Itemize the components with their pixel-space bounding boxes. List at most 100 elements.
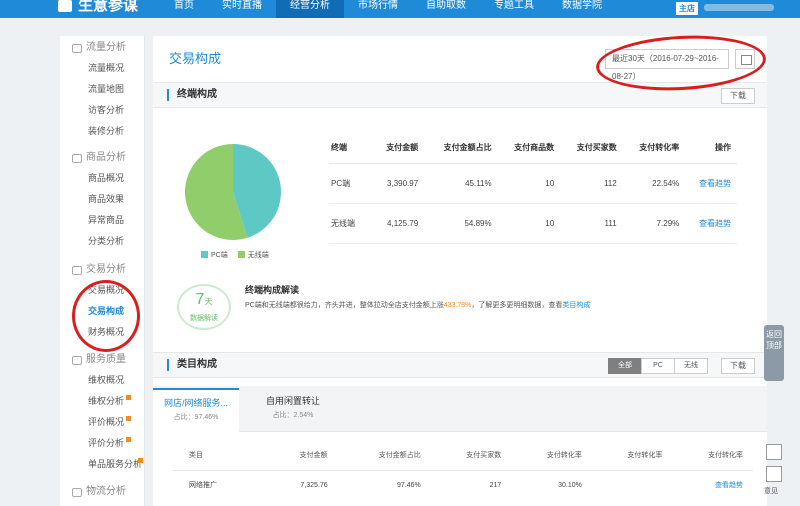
feedback-label[interactable]: 意见 (764, 486, 778, 496)
column-header: 支付金额占比 (337, 440, 431, 471)
cell: 7,325.76 (300, 481, 328, 489)
shop-name-redacted (704, 4, 774, 11)
sidebar-item[interactable]: 评价分析 (60, 433, 145, 454)
sidebar-item[interactable]: 访客分析 (60, 100, 145, 121)
days-label: 数据解读 (190, 315, 218, 322)
column-header: 终端 (329, 133, 373, 164)
filter-all[interactable]: 全部 (608, 358, 642, 374)
sidebar-item-label: 单品服务分析 (88, 459, 143, 469)
cell: 3,390.97 (372, 163, 425, 204)
interpret-title: 终端构成解读 (245, 285, 300, 295)
legend-label: PC端 (211, 252, 228, 259)
new-badge-icon (126, 395, 131, 400)
terminal-table: 终端 支付金额 支付金额占比 支付商品数 支付买家数 支付转化率 操作 PC端 … (329, 133, 737, 244)
sidebar-group-logistics: 物流分析 (60, 482, 145, 502)
filter-pc[interactable]: PC (641, 358, 675, 374)
sidebar-item[interactable]: 维权分析 (60, 391, 145, 412)
topnav-home[interactable]: 首页 (160, 0, 208, 18)
sidebar: 流量分析 流量概况 流量地图 访客分析 装修分析 商品分析 商品概况 商品效果 … (60, 36, 145, 506)
cell: PC端 (329, 163, 373, 204)
legend-label: 无线端 (247, 252, 269, 259)
pie-legend: PC端 无线端 (201, 250, 269, 260)
sidebar-item[interactable]: 单品服务分析 (60, 454, 145, 475)
download-button[interactable]: 下载 (721, 88, 755, 104)
tab-category-service[interactable]: 网店/网络服务... 占比：97.46% (153, 388, 239, 432)
tab-share: 占比：97.46% (173, 414, 219, 421)
category-table: 类目 支付金额 支付金额占比 支付买家数 支付转化率 支付转化率 支付转化率 网… (173, 440, 753, 500)
cell: 30.10% (558, 481, 582, 489)
column-header: 支付转化率 (591, 440, 673, 471)
cell: 7.29% (622, 203, 686, 244)
section-title: 终端构成 (167, 89, 217, 101)
topnav-business-analysis[interactable]: 经营分析 (276, 0, 344, 18)
top-nav: 首页 实时直播 经营分析 市场行情 自助取数 专题工具 数据学院 (160, 0, 616, 18)
column-header: 类目 (173, 440, 270, 471)
legend-swatch (201, 251, 208, 258)
top-bar: 生意参谋 首页 实时直播 经营分析 市场行情 自助取数 专题工具 数据学院 主店 (0, 0, 800, 18)
tab-label: 自用闲置转让 (265, 396, 320, 406)
column-header: 支付买家数 (560, 133, 623, 164)
sidebar-item[interactable]: 流量概况 (60, 58, 145, 79)
legend-item-wireless: 无线端 (237, 250, 269, 260)
view-trend-link[interactable]: 查看趋势 (685, 163, 737, 204)
view-trend-link[interactable]: 查看趋势 (685, 203, 737, 244)
share-icon[interactable] (766, 466, 782, 482)
sidebar-item-label: 维权分析 (88, 396, 125, 406)
interpret-days-badge: 7天 数据解读 (177, 284, 231, 330)
main-content: 交易构成 最近30天（2016-07-29~2016-08-27） 终端构成 下… (153, 36, 767, 506)
back-to-top-button[interactable]: 返回顶部 (764, 325, 784, 381)
sidebar-group-title: 流量分析 (86, 42, 126, 53)
column-header: 支付转化率 (511, 440, 592, 471)
topnav-academy[interactable]: 数据学院 (548, 0, 616, 18)
sidebar-item[interactable]: 分类分析 (60, 231, 145, 252)
headset-icon (72, 355, 82, 365)
sidebar-item[interactable]: 流量地图 (60, 79, 145, 100)
cell: 网络推广 (189, 482, 217, 490)
column-header: 支付商品数 (497, 133, 561, 164)
topnav-live[interactable]: 实时直播 (208, 0, 276, 18)
download-button[interactable]: 下载 (721, 358, 755, 374)
topnav-self-data[interactable]: 自助取数 (412, 0, 480, 18)
sidebar-item[interactable]: 商品概况 (60, 168, 145, 189)
sidebar-item[interactable]: 维权概况 (60, 370, 145, 391)
view-trend-link[interactable]: 查看趋势 (672, 470, 753, 500)
new-badge-icon (138, 458, 143, 463)
new-badge-icon (126, 416, 131, 421)
table-row: 网络推广 7,325.76 97.46% 217 30.10% 查看趋势 (173, 470, 753, 500)
sidebar-group-title: 物流分析 (86, 486, 126, 497)
annotation-circle-sidebar (72, 280, 140, 352)
terminal-pie-chart (184, 144, 281, 240)
cell: 112 (560, 163, 623, 204)
page-title: 交易构成 (169, 51, 222, 66)
sidebar-item[interactable]: 装修分析 (60, 121, 145, 142)
cell: 217 (489, 481, 502, 489)
legend-swatch (237, 251, 245, 258)
days-unit: 天 (204, 297, 213, 306)
filter-wireless[interactable]: 无线 (674, 358, 708, 374)
column-header: 支付转化率 (622, 133, 686, 164)
qrcode-icon[interactable] (766, 444, 782, 460)
terminal-filter: 全部 PC 无线 (608, 358, 708, 374)
sidebar-item[interactable]: 评价概况 (60, 412, 145, 433)
sidebar-group-goods: 商品分析 商品概况 商品效果 异常商品 分类分析 (60, 148, 145, 252)
sidebar-group-title: 交易分析 (86, 264, 126, 275)
sidebar-item[interactable]: 商品效果 (60, 189, 145, 210)
category-link[interactable]: 类目构成 (562, 302, 590, 309)
table-row: 无线端 4,125.79 54.89% 10 111 7.29% 查看趋势 (329, 203, 737, 244)
sidebar-item[interactable]: 异常商品 (60, 210, 145, 231)
topnav-market[interactable]: 市场行情 (344, 0, 412, 18)
sidebar-item-label: 评价分析 (88, 438, 125, 448)
cart-icon (72, 265, 82, 275)
traffic-chart-icon (72, 43, 82, 53)
topnav-tools[interactable]: 专题工具 (480, 0, 548, 18)
column-header: 支付转化率 (672, 440, 753, 471)
shop-badge[interactable]: 主店 (676, 2, 698, 15)
sidebar-item-label: 评价概况 (88, 417, 125, 427)
goods-icon (72, 153, 82, 163)
tab-share: 占比：2.54% (272, 412, 314, 419)
sidebar-group-service: 服务质量 维权概况 维权分析 评价概况 评价分析 单品服务分析 (60, 350, 145, 475)
table-row: PC端 3,390.97 45.11% 10 112 22.54% 查看趋势 (329, 163, 737, 204)
cell: 4,125.79 (372, 203, 425, 244)
cell: 54.89% (424, 203, 498, 244)
tab-category-idle[interactable]: 自用闲置转让 占比：2.54% (243, 388, 343, 432)
